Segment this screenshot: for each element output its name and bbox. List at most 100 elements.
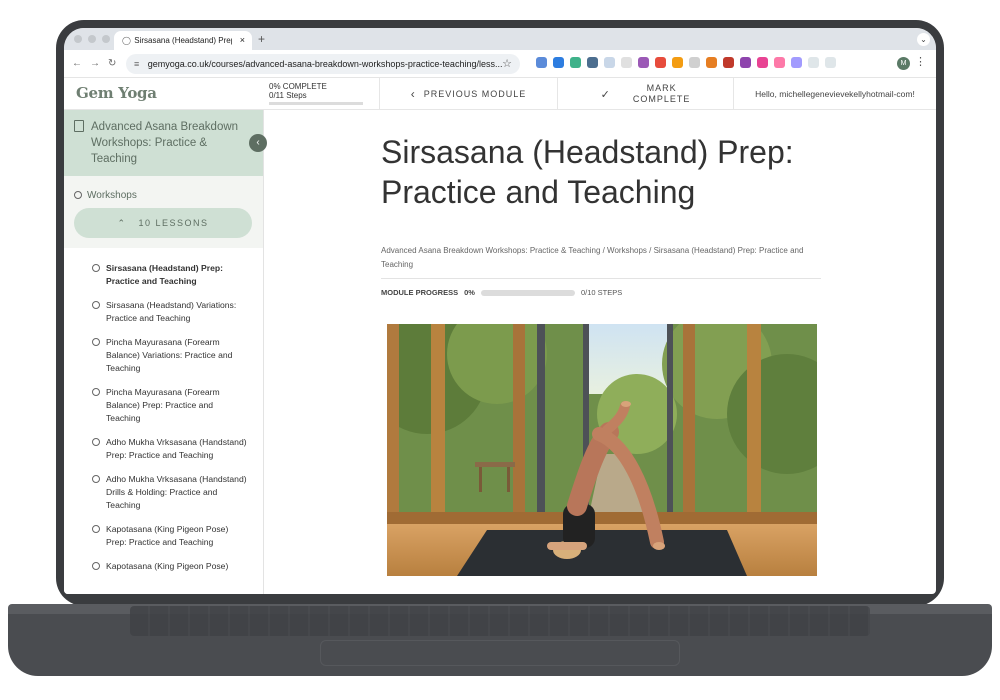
course-progress-bar [269,102,363,105]
lesson-video-thumbnail[interactable] [387,324,817,576]
browser-tab-active[interactable]: ◯ Sirsasana (Headstand) Prep: × [114,31,252,50]
minimize-window-button[interactable] [88,35,96,43]
yoga-studio-photo [387,324,817,576]
lesson-item[interactable]: Pincha Mayurasana (Forearm Balance) Prep… [64,386,263,425]
tab-search-chevron-icon[interactable]: ⌄ [917,33,930,46]
extension-icon[interactable] [791,57,802,68]
extension-icon[interactable] [536,57,547,68]
lesson-item[interactable]: Adho Mukha Vrksasana (Handstand) Drills … [64,473,263,512]
extension-icon[interactable] [689,57,700,68]
course-progress-percent: 0% COMPLETE [269,82,327,91]
extension-icon[interactable] [587,57,598,68]
lesson-list: Sirsasana (Headstand) Prep: Practice and… [64,248,263,594]
bookmark-star-icon[interactable]: ☆ [502,57,512,70]
mark-complete-button[interactable]: ✓ MARK COMPLETE [557,78,733,110]
previous-module-button[interactable]: ‹ PREVIOUS MODULE [379,78,557,110]
extension-icon[interactable] [672,57,683,68]
user-greeting[interactable]: Hello, michellegenevievekellyhotmail-com… [733,78,936,110]
extension-icon[interactable] [706,57,717,68]
close-window-button[interactable] [74,35,82,43]
status-circle-icon [74,191,82,199]
status-circle-icon [92,338,100,346]
close-tab-icon[interactable]: × [240,35,245,45]
course-title-box[interactable]: Advanced Asana Breakdown Workshops: Prac… [64,110,263,176]
course-title: Advanced Asana Breakdown Workshops: Prac… [91,121,239,165]
lesson-item[interactable]: Adho Mukha Vrksasana (Handstand) Prep: P… [64,436,263,462]
status-circle-icon [92,264,100,272]
module-progress-steps: 0/10 STEPS [580,288,623,297]
section-workshops[interactable]: Workshops [74,190,137,201]
extension-icon[interactable] [553,57,564,68]
window-controls [74,35,110,43]
laptop-trackpad [320,640,680,666]
lessons-count: 10 LESSONS [138,218,209,228]
extension-icon[interactable] [621,57,632,68]
checkmark-icon: ✓ [600,88,611,101]
course-book-icon [74,120,84,132]
address-bar-url: gemyoga.co.uk/courses/advanced-asana-bre… [147,59,503,69]
lesson-label: Pincha Mayurasana (Forearm Balance) Vari… [106,337,233,373]
extensions-puzzle-icon[interactable] [808,57,819,68]
lesson-item[interactable]: Pincha Mayurasana (Forearm Balance) Vari… [64,336,263,375]
site-settings-icon[interactable]: ≡ [134,59,139,69]
lesson-label: Kapotasana (King Pigeon Pose) [106,561,229,571]
status-circle-icon [92,475,100,483]
mark-complete-label-line1: MARK [646,83,677,93]
mark-complete-label: MARK COMPLETE [633,83,691,105]
status-circle-icon [92,525,100,533]
new-tab-button[interactable]: + [258,32,265,46]
lesson-label: Kapotasana (King Pigeon Pose) Prep: Prac… [106,524,229,547]
lessons-toggle-button[interactable]: ⌃ 10 LESSONS [74,208,252,238]
extension-icon[interactable] [655,57,666,68]
site-header: Gem Yoga 0% COMPLETE 0/11 Steps ‹ PREVIO… [64,78,936,110]
lesson-item[interactable]: Kapotasana (King Pigeon Pose) Prep: Prac… [64,523,263,549]
lesson-item[interactable]: Sirsasana (Headstand) Prep: Practice and… [64,262,263,288]
extension-icon[interactable] [757,57,768,68]
forward-arrow-icon[interactable]: → [90,58,100,69]
extension-icon[interactable] [774,57,785,68]
lesson-label: Sirsasana (Headstand) Variations: Practi… [106,300,237,323]
chevron-left-icon: ‹ [410,87,416,101]
browser-menu-icon[interactable]: ⋮ [915,55,926,68]
tab-title: Sirsasana (Headstand) Prep: [134,36,233,45]
reload-icon[interactable]: ↻ [108,58,116,69]
lesson-label: Adho Mukha Vrksasana (Handstand) Drills … [106,474,247,510]
maximize-window-button[interactable] [102,35,110,43]
lesson-label: Adho Mukha Vrksasana (Handstand) Prep: P… [106,437,247,460]
course-progress: 0% COMPLETE 0/11 Steps [269,82,379,105]
status-circle-icon [92,301,100,309]
laptop-screen: ◯ Sirsasana (Headstand) Prep: × + ⌄ ← → … [64,28,936,594]
lesson-label: Pincha Mayurasana (Forearm Balance) Prep… [106,387,220,423]
course-sidebar: Advanced Asana Breakdown Workshops: Prac… [64,110,264,594]
status-circle-icon [92,438,100,446]
site-logo[interactable]: Gem Yoga [76,84,157,102]
chevron-up-icon: ⌃ [117,218,127,228]
section-label: Workshops [87,190,137,201]
status-circle-icon [92,388,100,396]
previous-module-label: PREVIOUS MODULE [423,89,527,99]
mark-complete-label-line2: COMPLETE [632,94,691,104]
site-favicon-icon: ◯ [122,36,131,45]
breadcrumb[interactable]: Advanced Asana Breakdown Workshops: Prac… [381,244,821,279]
address-bar[interactable]: ≡ gemyoga.co.uk/courses/advanced-asana-b… [126,54,520,74]
extension-icon[interactable] [604,57,615,68]
lesson-item[interactable]: Kapotasana (King Pigeon Pose) [64,560,263,573]
module-progress: MODULE PROGRESS 0% 0/10 STEPS [381,288,622,297]
lesson-item[interactable]: Sirsasana (Headstand) Variations: Practi… [64,299,263,325]
back-arrow-icon[interactable]: ← [72,58,82,69]
extension-icon[interactable] [740,57,751,68]
extension-icon[interactable] [638,57,649,68]
profile-avatar[interactable]: M [897,57,910,70]
reading-list-icon[interactable] [825,57,836,68]
laptop-keyboard [130,606,870,636]
lesson-content: Sirsasana (Headstand) Prep: Practice and… [264,110,936,594]
status-circle-icon [92,562,100,570]
course-progress-steps: 0/11 Steps [269,91,307,100]
module-progress-percent: 0% [464,288,475,297]
browser-tab-bar: ◯ Sirsasana (Headstand) Prep: × + ⌄ [64,28,936,50]
page-title: Sirsasana (Headstand) Prep: Practice and… [381,134,794,210]
module-progress-label: MODULE PROGRESS [381,288,459,297]
browser-toolbar: ← → ↻ ≡ gemyoga.co.uk/courses/advanced-a… [64,50,936,78]
extension-icon[interactable] [723,57,734,68]
extension-icon[interactable] [570,57,581,68]
